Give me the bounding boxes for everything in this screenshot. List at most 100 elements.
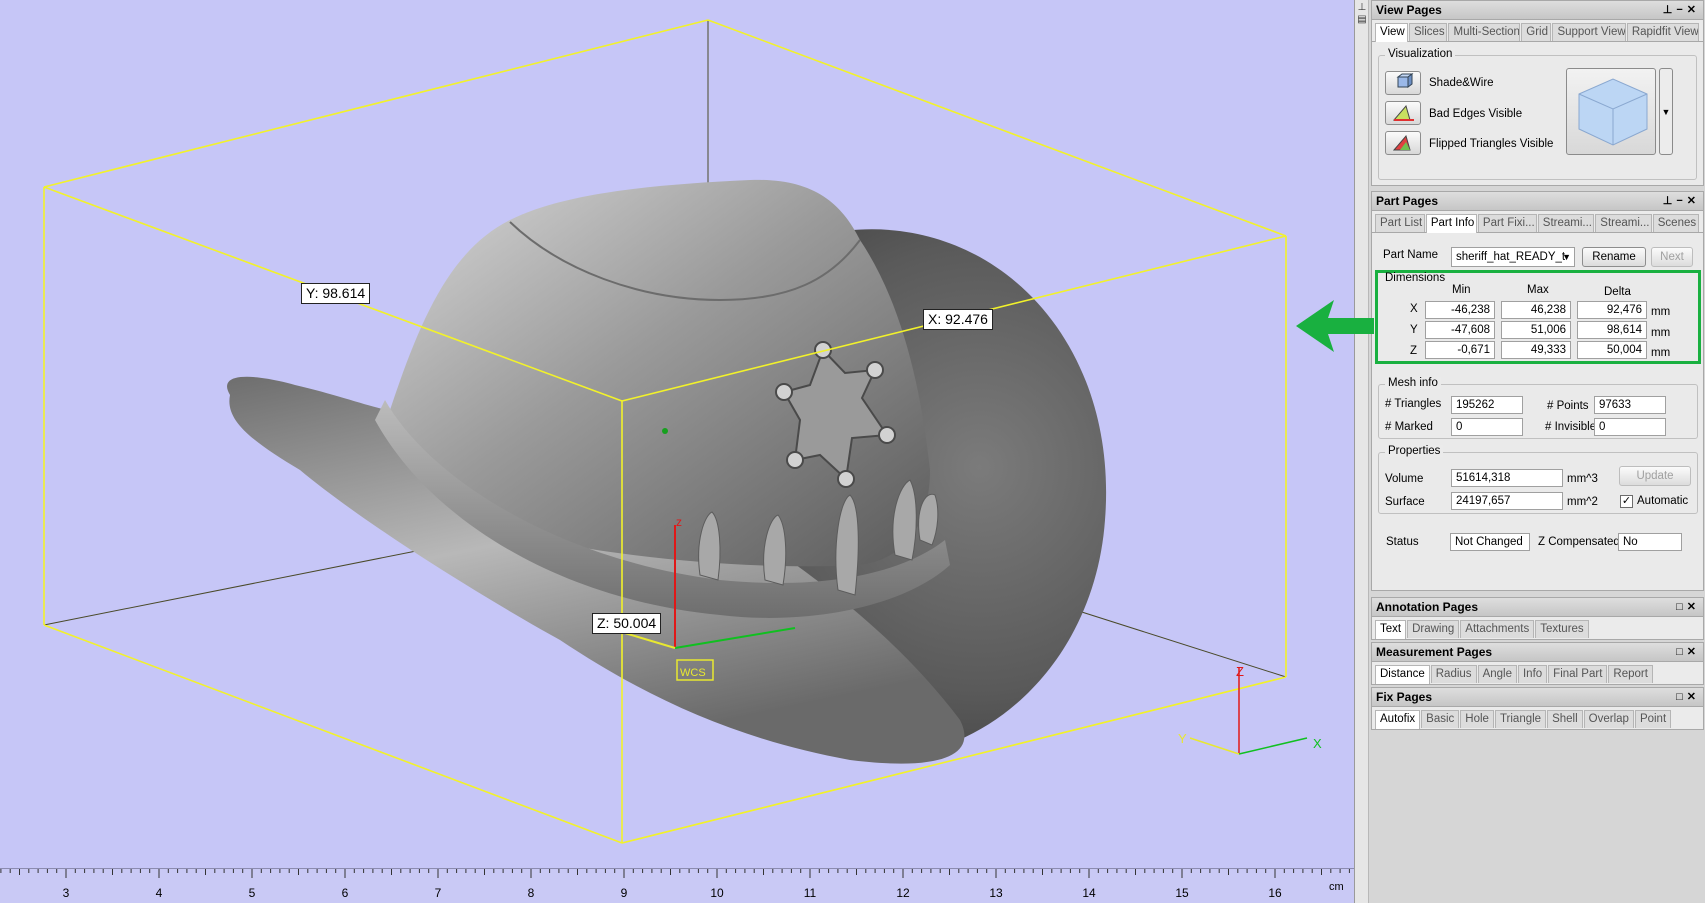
tab-angle[interactable]: Angle bbox=[1477, 665, 1517, 683]
pin-icon[interactable]: ⊥ bbox=[1663, 4, 1677, 16]
mesh-info-group: Mesh info # Triangles 195262 # Points 97… bbox=[1378, 377, 1698, 439]
flipped-triangles-label: Flipped Triangles Visible bbox=[1429, 138, 1554, 150]
wcs-label: WCS bbox=[680, 667, 706, 679]
annotation-pages-tabs: Text Drawing Attachments Textures bbox=[1372, 617, 1703, 639]
tab-scenes[interactable]: Scenes bbox=[1652, 214, 1699, 232]
bad-edges-icon bbox=[1392, 104, 1414, 121]
minimize-icon[interactable]: − bbox=[1676, 4, 1686, 16]
ruler-tick-label: 7 bbox=[434, 886, 442, 900]
close-icon[interactable]: ✕ bbox=[1687, 691, 1700, 703]
z-compensated-field[interactable]: No bbox=[1618, 533, 1682, 551]
close-icon[interactable]: ✕ bbox=[1687, 4, 1700, 16]
tab-rapidfit-view[interactable]: Rapidfit View bbox=[1626, 23, 1699, 41]
ruler-tick-label: 15 bbox=[1175, 886, 1189, 900]
dimensions-group: Dimensions Min Max Delta X -46,238 46,23… bbox=[1379, 272, 1697, 361]
tab-view[interactable]: View bbox=[1375, 23, 1408, 42]
triangles-field[interactable]: 195262 bbox=[1451, 396, 1523, 414]
tab-attachments[interactable]: Attachments bbox=[1460, 620, 1535, 638]
dim-x-delta[interactable]: 92,476 bbox=[1577, 301, 1647, 319]
tab-streaming-1[interactable]: Streami... bbox=[1537, 214, 1595, 232]
part-name-label: Part Name bbox=[1383, 249, 1438, 261]
dim-header-delta: Delta bbox=[1604, 286, 1631, 298]
dim-x-min[interactable]: -46,238 bbox=[1425, 301, 1495, 319]
dim-y-delta[interactable]: 98,614 bbox=[1577, 321, 1647, 339]
restore-icon[interactable]: □ bbox=[1676, 646, 1687, 658]
restore-icon[interactable]: □ bbox=[1676, 691, 1687, 703]
3d-viewport[interactable]: z WCS Z X Y Y: 98.614 X: 92.476 Z: 50.00… bbox=[0, 0, 1354, 903]
ruler-tick-label: 12 bbox=[896, 886, 910, 900]
cube-shade-icon bbox=[1396, 73, 1414, 88]
status-field[interactable]: Not Changed bbox=[1450, 533, 1530, 551]
tab-drawing[interactable]: Drawing bbox=[1407, 620, 1460, 638]
next-button[interactable]: Next bbox=[1651, 247, 1693, 267]
scene-canvas[interactable]: z WCS Z X Y bbox=[0, 0, 1354, 903]
ruler-tick-label: 3 bbox=[62, 886, 70, 900]
dim-header-max: Max bbox=[1527, 284, 1549, 296]
flipped-triangles-icon bbox=[1392, 134, 1411, 151]
shade-wire-label: Shade&Wire bbox=[1429, 77, 1494, 89]
automatic-label: Automatic bbox=[1637, 495, 1689, 507]
tab-shell[interactable]: Shell bbox=[1547, 710, 1583, 728]
z-compensated-label: Z Compensated bbox=[1538, 536, 1620, 548]
tab-slices[interactable]: Slices bbox=[1408, 23, 1448, 41]
dim-header-min: Min bbox=[1452, 284, 1471, 296]
update-button[interactable]: Update bbox=[1619, 466, 1691, 486]
corner-triad bbox=[1189, 667, 1308, 755]
dim-y-min[interactable]: -47,608 bbox=[1425, 321, 1495, 339]
tab-part-fixing[interactable]: Part Fixi... bbox=[1477, 214, 1537, 232]
part-name-select[interactable]: sheriff_hat_READY_t ▼ bbox=[1451, 247, 1575, 267]
tab-support-view[interactable]: Support View bbox=[1552, 23, 1626, 41]
triad-x-label: X bbox=[1313, 736, 1322, 751]
pin-icon[interactable]: ⊥ bbox=[1663, 195, 1677, 207]
view-cube-icon bbox=[1578, 78, 1648, 146]
tab-distance[interactable]: Distance bbox=[1375, 665, 1430, 684]
dock-title: Annotation Pages □✕ bbox=[1372, 598, 1703, 617]
properties-title: Properties bbox=[1385, 445, 1444, 457]
marked-field[interactable]: 0 bbox=[1451, 418, 1523, 436]
tab-textures[interactable]: Textures bbox=[1535, 620, 1589, 638]
dim-y-max[interactable]: 51,006 bbox=[1501, 321, 1571, 339]
restore-icon[interactable]: □ bbox=[1676, 601, 1687, 613]
rename-button[interactable]: Rename bbox=[1582, 247, 1646, 267]
tab-part-info[interactable]: Part Info bbox=[1425, 214, 1477, 233]
tab-report[interactable]: Report bbox=[1608, 665, 1653, 683]
tab-autofix[interactable]: Autofix bbox=[1375, 710, 1421, 729]
close-icon[interactable]: ✕ bbox=[1687, 601, 1700, 613]
measurement-pages-title: Measurement Pages bbox=[1376, 645, 1493, 659]
invisible-field[interactable]: 0 bbox=[1594, 418, 1666, 436]
surface-unit: mm^2 bbox=[1567, 496, 1598, 508]
dim-z-min[interactable]: -0,671 bbox=[1425, 341, 1495, 359]
dim-z-max[interactable]: 49,333 bbox=[1501, 341, 1571, 359]
pin-icon[interactable]: ▤ bbox=[1357, 14, 1367, 25]
measurement-pages-dock: Measurement Pages □✕ Distance Radius Ang… bbox=[1371, 642, 1704, 685]
tab-point[interactable]: Point bbox=[1634, 710, 1672, 728]
tab-part-list[interactable]: Part List bbox=[1375, 214, 1425, 232]
tab-grid[interactable]: Grid bbox=[1521, 23, 1552, 41]
close-icon[interactable]: ✕ bbox=[1687, 195, 1700, 207]
ruler-tick-label: 6 bbox=[341, 886, 349, 900]
tab-hole[interactable]: Hole bbox=[1460, 710, 1494, 728]
tab-final-part[interactable]: Final Part bbox=[1548, 665, 1608, 683]
tab-multi-section[interactable]: Multi-Section bbox=[1448, 23, 1521, 41]
volume-field[interactable]: 51614,318 bbox=[1451, 469, 1563, 487]
automatic-checkbox[interactable]: ✓ bbox=[1620, 495, 1633, 508]
tab-text[interactable]: Text bbox=[1375, 620, 1407, 639]
tab-streaming-2[interactable]: Streami... bbox=[1595, 214, 1652, 232]
shade-wire-button[interactable] bbox=[1385, 71, 1421, 95]
view-cube[interactable] bbox=[1566, 68, 1656, 155]
points-field[interactable]: 97633 bbox=[1594, 396, 1666, 414]
tab-triangle[interactable]: Triangle bbox=[1494, 710, 1547, 728]
flipped-triangles-button[interactable] bbox=[1385, 131, 1421, 155]
tab-radius[interactable]: Radius bbox=[1430, 665, 1477, 683]
bad-edges-button[interactable] bbox=[1385, 101, 1421, 125]
tab-info[interactable]: Info bbox=[1517, 665, 1548, 683]
dim-x-max[interactable]: 46,238 bbox=[1501, 301, 1571, 319]
minimize-icon[interactable]: − bbox=[1676, 195, 1686, 207]
view-cube-dropdown[interactable]: ▼ bbox=[1659, 68, 1673, 155]
tab-overlap[interactable]: Overlap bbox=[1583, 710, 1634, 728]
pin-icon[interactable]: ⊥ bbox=[1357, 2, 1367, 13]
close-icon[interactable]: ✕ bbox=[1687, 646, 1700, 658]
dim-z-delta[interactable]: 50,004 bbox=[1577, 341, 1647, 359]
tab-basic[interactable]: Basic bbox=[1421, 710, 1460, 728]
surface-field[interactable]: 24197,657 bbox=[1451, 492, 1563, 510]
